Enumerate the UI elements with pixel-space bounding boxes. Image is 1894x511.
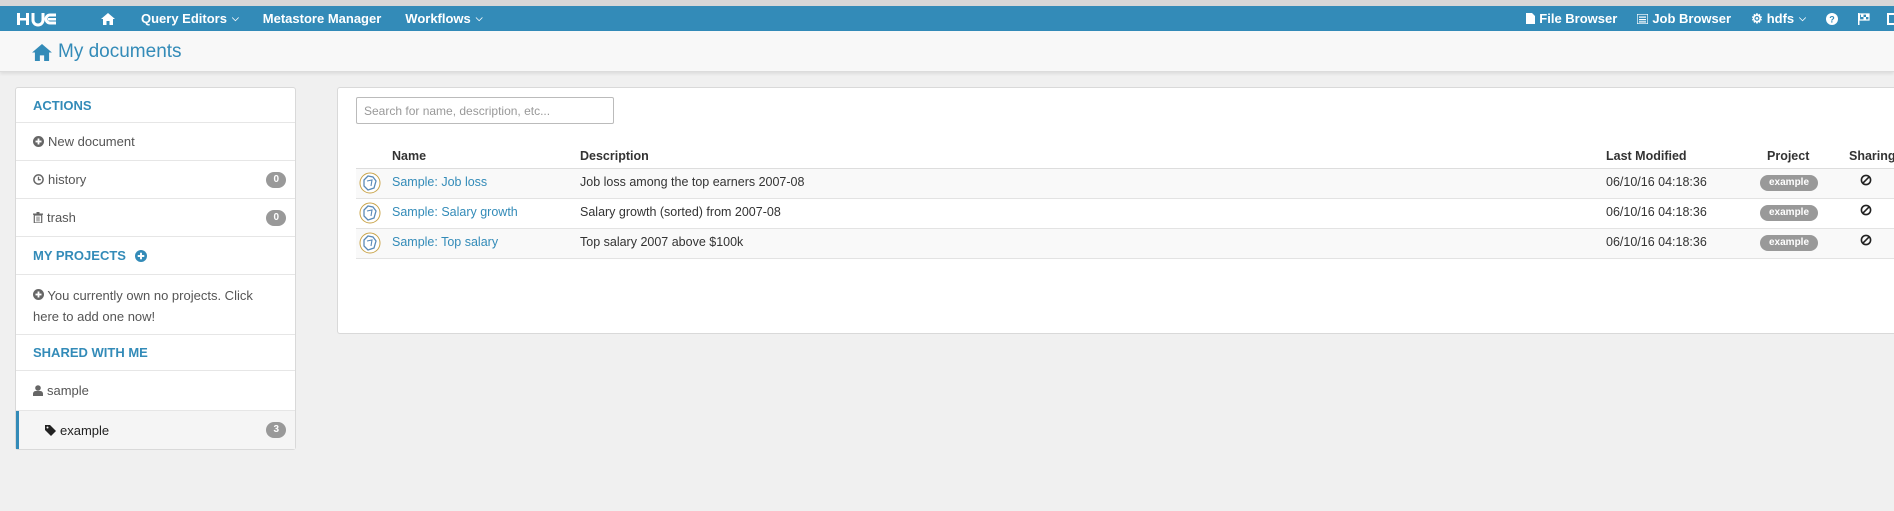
hive-document-icon [359,202,381,224]
chevron-down-icon: ⌵ [1799,13,1806,23]
add-project-icon[interactable] [134,249,147,262]
actions-title: ACTIONS [33,97,92,113]
project-tag-badge[interactable]: example [1760,205,1819,221]
project-tag-badge[interactable]: example [1760,235,1819,251]
tag-example-count-badge: 3 [266,422,286,438]
hive-document-icon [359,232,381,254]
column-header-project[interactable]: Project [1767,149,1809,163]
shared-title: SHARED WITH ME [33,345,148,360]
help-button[interactable]: ? [1816,6,1848,31]
svg-text:?: ? [1829,14,1835,24]
page-title: My documents [32,41,182,63]
table-row[interactable]: Sample: Salary growth Salary growth (sor… [356,199,1894,229]
home-icon [101,12,115,25]
sidebar-item-shared-user[interactable]: sample [16,371,295,411]
document-last-modified: 06/10/16 04:18:36 [1606,235,1707,249]
file-icon [1526,13,1536,24]
history-count-badge: 0 [266,171,286,188]
nav-workflows-label: Workflows [405,11,471,26]
tag-example-label: example [60,422,110,438]
column-header-last-modified[interactable]: Last Modified [1606,149,1687,163]
my-projects-title: MY PROJECTS [33,248,126,263]
document-description: Top salary 2007 above $100k [580,235,744,249]
plus-circle-icon [33,289,44,300]
sidebar-shared-header: SHARED WITH ME [16,335,295,371]
document-last-modified: 06/10/16 04:18:36 [1606,175,1707,189]
column-header-sharing[interactable]: Sharing [1849,149,1894,163]
sidebar-item-trash[interactable]: trash 0 [16,199,295,237]
nav-user-menu[interactable]: ⚙ hdfs ⌵ [1741,6,1816,31]
chevron-down-icon: ⌵ [475,13,483,23]
project-tag-badge[interactable]: example [1760,175,1819,191]
user-icon [33,385,43,396]
table-header: Name Description Last Modified Project S… [356,144,1894,169]
nav-file-browser-label: File Browser [1539,11,1618,26]
add-project-prompt[interactable]: You currently own no projects. Click her… [16,275,295,335]
clock-icon [33,174,44,185]
column-header-name[interactable]: Name [392,149,426,163]
cogs-icon: ⚙ [1751,10,1763,26]
page-header: My documents [0,31,1894,72]
no-projects-text-line2: here to add one now! [33,309,156,324]
sidebar-item-tag-example[interactable]: example 3 [16,411,295,449]
document-name-link[interactable]: Sample: Job loss [392,175,487,189]
nav-job-browser-label: Job Browser [1652,11,1732,26]
sign-out-icon [1887,12,1894,25]
home-button[interactable] [92,6,124,31]
trash-label: trash [47,210,76,225]
table-row[interactable]: Sample: Top salary Top salary 2007 above… [356,229,1894,259]
document-description: Job loss among the top earners 2007-08 [580,175,805,189]
nav-job-browser[interactable]: Job Browser [1627,6,1741,31]
nav-query-editors[interactable]: Query Editors ⌵ [132,6,248,31]
nav-metastore-manager[interactable]: Metastore Manager [254,6,390,31]
not-shared-icon[interactable] [1860,234,1872,246]
sidebar-actions-header: ACTIONS [16,88,295,123]
document-name-link[interactable]: Sample: Top salary [392,235,498,249]
not-shared-icon[interactable] [1860,174,1872,186]
document-description: Salary growth (sorted) from 2007-08 [580,205,781,219]
documents-panel: Name Description Last Modified Project S… [337,87,1894,334]
flag-icon [1858,12,1870,25]
trash-count-badge: 0 [266,209,286,226]
search-input[interactable] [356,97,614,124]
sidebar: ACTIONS New document history 0 trash 0 M… [15,87,296,450]
document-last-modified: 06/10/16 04:18:36 [1606,205,1707,219]
nav-query-editors-label: Query Editors [141,11,227,26]
hue-logo[interactable] [16,10,68,28]
list-icon [1637,13,1649,24]
shared-user-label: sample [47,383,89,398]
hive-document-icon [359,172,381,194]
nav-metastore-label: Metastore Manager [262,11,382,26]
plus-circle-icon [33,136,44,147]
top-navbar: Query Editors ⌵ Metastore Manager Workfl… [0,6,1894,31]
home-icon [32,43,52,61]
sidebar-item-history[interactable]: history 0 [16,161,295,199]
logout-button[interactable] [1880,6,1894,31]
tag-icon [45,424,56,436]
tour-button[interactable] [1848,6,1880,31]
new-document-button[interactable]: New document [16,123,295,161]
chevron-down-icon: ⌵ [231,13,239,23]
not-shared-icon[interactable] [1860,204,1872,216]
new-document-label: New document [48,134,135,149]
document-name-link[interactable]: Sample: Salary growth [392,205,518,219]
history-label: history [48,172,87,187]
table-row[interactable]: Sample: Job loss Job loss among the top … [356,169,1894,199]
hue-logo-icon [17,12,56,26]
page-title-text: My documents [58,41,182,62]
nav-workflows[interactable]: Workflows ⌵ [396,6,491,31]
trash-icon [33,212,43,223]
no-projects-text-line1: You currently own no projects. Click [47,288,253,303]
sidebar-my-projects-header: MY PROJECTS [16,237,295,275]
column-header-description[interactable]: Description [580,149,649,163]
question-circle-icon: ? [1826,12,1838,25]
nav-file-browser[interactable]: File Browser [1516,6,1627,31]
nav-user-label: hdfs [1766,11,1795,26]
